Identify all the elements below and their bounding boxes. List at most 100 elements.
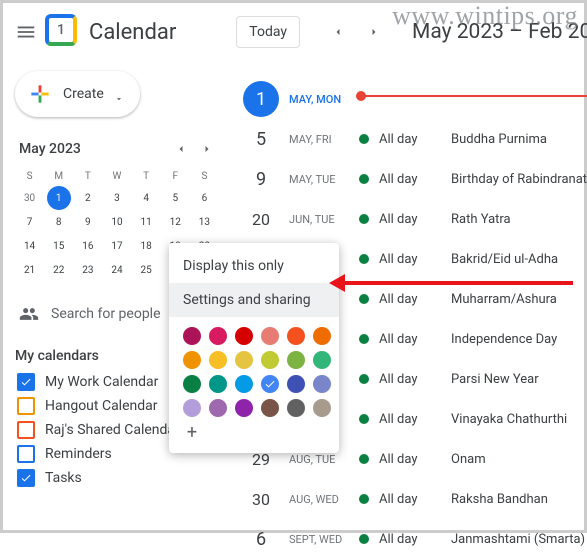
mini-cal-day[interactable]: 14 bbox=[18, 234, 42, 258]
mini-cal-day[interactable]: 7 bbox=[18, 210, 42, 234]
event-allday-label: All day bbox=[379, 172, 451, 187]
weekday-header: T bbox=[73, 167, 102, 186]
mini-cal-day[interactable]: 21 bbox=[18, 258, 42, 282]
color-swatch[interactable] bbox=[287, 327, 305, 345]
mini-cal-day[interactable]: 9 bbox=[76, 210, 100, 234]
calendar-label: My Work Calendar bbox=[45, 374, 158, 390]
event-allday-label: All day bbox=[379, 452, 451, 467]
event-dot-icon bbox=[359, 214, 369, 224]
date-number: 5 bbox=[243, 121, 279, 157]
calendar-label: Raj's Shared Calendar bbox=[45, 422, 180, 438]
event-allday-label: All day bbox=[379, 492, 451, 507]
event-title: Raksha Bandhan bbox=[451, 492, 548, 507]
color-swatch[interactable] bbox=[313, 399, 331, 417]
mini-cal-day[interactable]: 6 bbox=[192, 186, 216, 210]
color-swatch[interactable] bbox=[287, 399, 305, 417]
mini-cal-day[interactable]: 16 bbox=[76, 234, 100, 258]
event-title: Birthday of Rabindranath bbox=[451, 172, 587, 187]
weekday-header: M bbox=[44, 167, 73, 186]
event-row[interactable]: 20JUN, TUEAll dayRath Yatra bbox=[231, 199, 587, 239]
main-menu-button[interactable] bbox=[15, 12, 37, 52]
mini-cal-day[interactable]: 2 bbox=[76, 186, 100, 210]
search-people-label: Search for people bbox=[51, 306, 161, 322]
mini-cal-day[interactable]: 17 bbox=[105, 234, 129, 258]
color-picker bbox=[169, 317, 339, 421]
color-swatch[interactable] bbox=[313, 351, 331, 369]
mini-cal-next[interactable] bbox=[195, 137, 219, 161]
color-swatch[interactable] bbox=[287, 375, 305, 393]
date-range: May 2023 – Feb 2024 bbox=[412, 20, 587, 44]
mini-cal-day[interactable]: 25 bbox=[134, 258, 158, 282]
color-swatch[interactable] bbox=[235, 351, 253, 369]
color-swatch[interactable] bbox=[235, 375, 253, 393]
color-swatch[interactable] bbox=[235, 327, 253, 345]
event-title: Rath Yatra bbox=[451, 212, 511, 227]
color-swatch[interactable] bbox=[287, 351, 305, 369]
event-dot-icon bbox=[359, 254, 369, 264]
color-swatch[interactable] bbox=[261, 375, 279, 393]
mini-cal-day[interactable]: 13 bbox=[192, 210, 216, 234]
color-swatch[interactable] bbox=[183, 351, 201, 369]
weekday-header: S bbox=[15, 167, 44, 186]
mini-cal-prev[interactable] bbox=[169, 137, 193, 161]
chevron-left-icon bbox=[332, 26, 344, 38]
mini-cal-day[interactable]: 23 bbox=[76, 258, 100, 282]
calendar-context-menu: Display this only Settings and sharing + bbox=[169, 243, 339, 453]
color-swatch[interactable] bbox=[313, 375, 331, 393]
color-swatch[interactable] bbox=[209, 375, 227, 393]
color-swatch[interactable] bbox=[261, 351, 279, 369]
create-button[interactable]: Create bbox=[15, 71, 140, 117]
next-period-button[interactable] bbox=[358, 16, 390, 48]
mini-cal-day[interactable]: 22 bbox=[47, 258, 71, 282]
color-swatch[interactable] bbox=[209, 399, 227, 417]
mini-cal-day[interactable]: 18 bbox=[134, 234, 158, 258]
color-swatch[interactable] bbox=[313, 327, 331, 345]
mini-cal-day[interactable]: 8 bbox=[47, 210, 71, 234]
calendar-checkbox[interactable] bbox=[17, 469, 35, 487]
now-indicator bbox=[361, 95, 587, 97]
mini-cal-day[interactable]: 3 bbox=[105, 186, 129, 210]
color-swatch[interactable] bbox=[183, 399, 201, 417]
menu-settings-sharing[interactable]: Settings and sharing bbox=[169, 283, 339, 317]
mini-cal-day[interactable]: 11 bbox=[134, 210, 158, 234]
mini-cal-day[interactable]: 4 bbox=[134, 186, 158, 210]
mini-cal-day[interactable]: 1 bbox=[47, 186, 71, 210]
color-swatch[interactable] bbox=[261, 327, 279, 345]
calendar-checkbox[interactable] bbox=[17, 445, 35, 463]
weekday-header: W bbox=[102, 167, 131, 186]
event-dot-icon bbox=[359, 494, 369, 504]
event-dot-icon bbox=[359, 134, 369, 144]
color-swatch[interactable] bbox=[209, 351, 227, 369]
event-title: Independence Day bbox=[451, 332, 557, 347]
calendar-checkbox[interactable] bbox=[17, 397, 35, 415]
menu-display-only[interactable]: Display this only bbox=[169, 249, 339, 283]
mini-cal-day[interactable]: 24 bbox=[105, 258, 129, 282]
event-dot-icon bbox=[359, 454, 369, 464]
add-custom-color[interactable]: + bbox=[183, 423, 201, 441]
color-swatch[interactable] bbox=[183, 375, 201, 393]
mini-cal-day[interactable]: 12 bbox=[163, 210, 187, 234]
event-row[interactable]: 9MAY, TUEAll dayBirthday of Rabindranath bbox=[231, 159, 587, 199]
weekday-header: F bbox=[161, 167, 190, 186]
color-swatch[interactable] bbox=[261, 399, 279, 417]
event-row[interactable]: 30AUG, WEDAll dayRaksha Bandhan bbox=[231, 479, 587, 519]
mini-cal-day[interactable]: 5 bbox=[163, 186, 187, 210]
calendar-item[interactable]: Tasks bbox=[15, 466, 219, 490]
app-header: 1 Calendar Today May 2023 – Feb 2024 bbox=[3, 3, 584, 61]
color-swatch[interactable] bbox=[183, 327, 201, 345]
prev-period-button[interactable] bbox=[322, 16, 354, 48]
event-row[interactable]: 1MAY, MON bbox=[231, 79, 587, 119]
mini-cal-day[interactable]: 10 bbox=[105, 210, 129, 234]
calendar-checkbox[interactable] bbox=[17, 421, 35, 439]
color-swatch[interactable] bbox=[209, 327, 227, 345]
mini-cal-day[interactable]: 15 bbox=[47, 234, 71, 258]
mini-cal-day[interactable]: 30 bbox=[18, 186, 42, 210]
today-button[interactable]: Today bbox=[236, 16, 300, 48]
color-swatch[interactable] bbox=[235, 399, 253, 417]
event-allday-label: All day bbox=[379, 332, 451, 347]
calendar-checkbox[interactable] bbox=[17, 373, 35, 391]
event-row[interactable]: 6SEPT, WEDAll dayJanmashtami (Smarta) bbox=[231, 519, 587, 559]
event-row[interactable]: 5MAY, FRIAll dayBuddha Purnima bbox=[231, 119, 587, 159]
event-title: Parsi New Year bbox=[451, 372, 539, 387]
date-number: 9 bbox=[243, 161, 279, 197]
